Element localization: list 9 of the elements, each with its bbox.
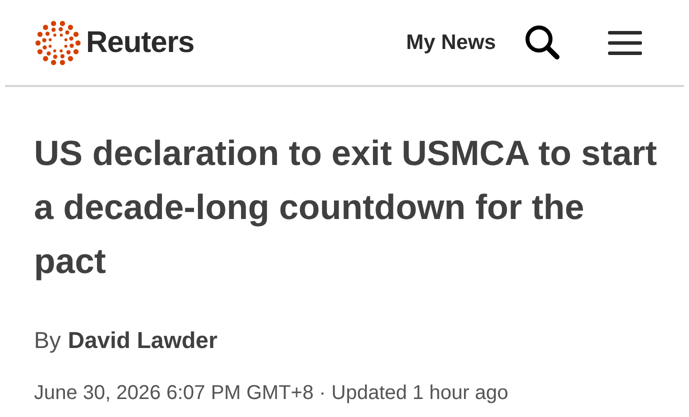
brand-name[interactable]: Reuters [86, 20, 194, 65]
logo-icon [34, 18, 82, 66]
byline-prefix: By [34, 326, 61, 355]
menu-icon[interactable] [608, 30, 642, 54]
search-icon[interactable] [524, 24, 562, 62]
dateline: June 30, 2026 6:07 PM GMT+8 · Updated 1 hour ago [34, 380, 510, 406]
headline: US declaration to exit USMCA to start a decade-long countdown for the pact [34, 133, 658, 283]
my-news-link[interactable]: My News [406, 26, 496, 58]
author-link[interactable]: David Lawder [68, 323, 218, 358]
